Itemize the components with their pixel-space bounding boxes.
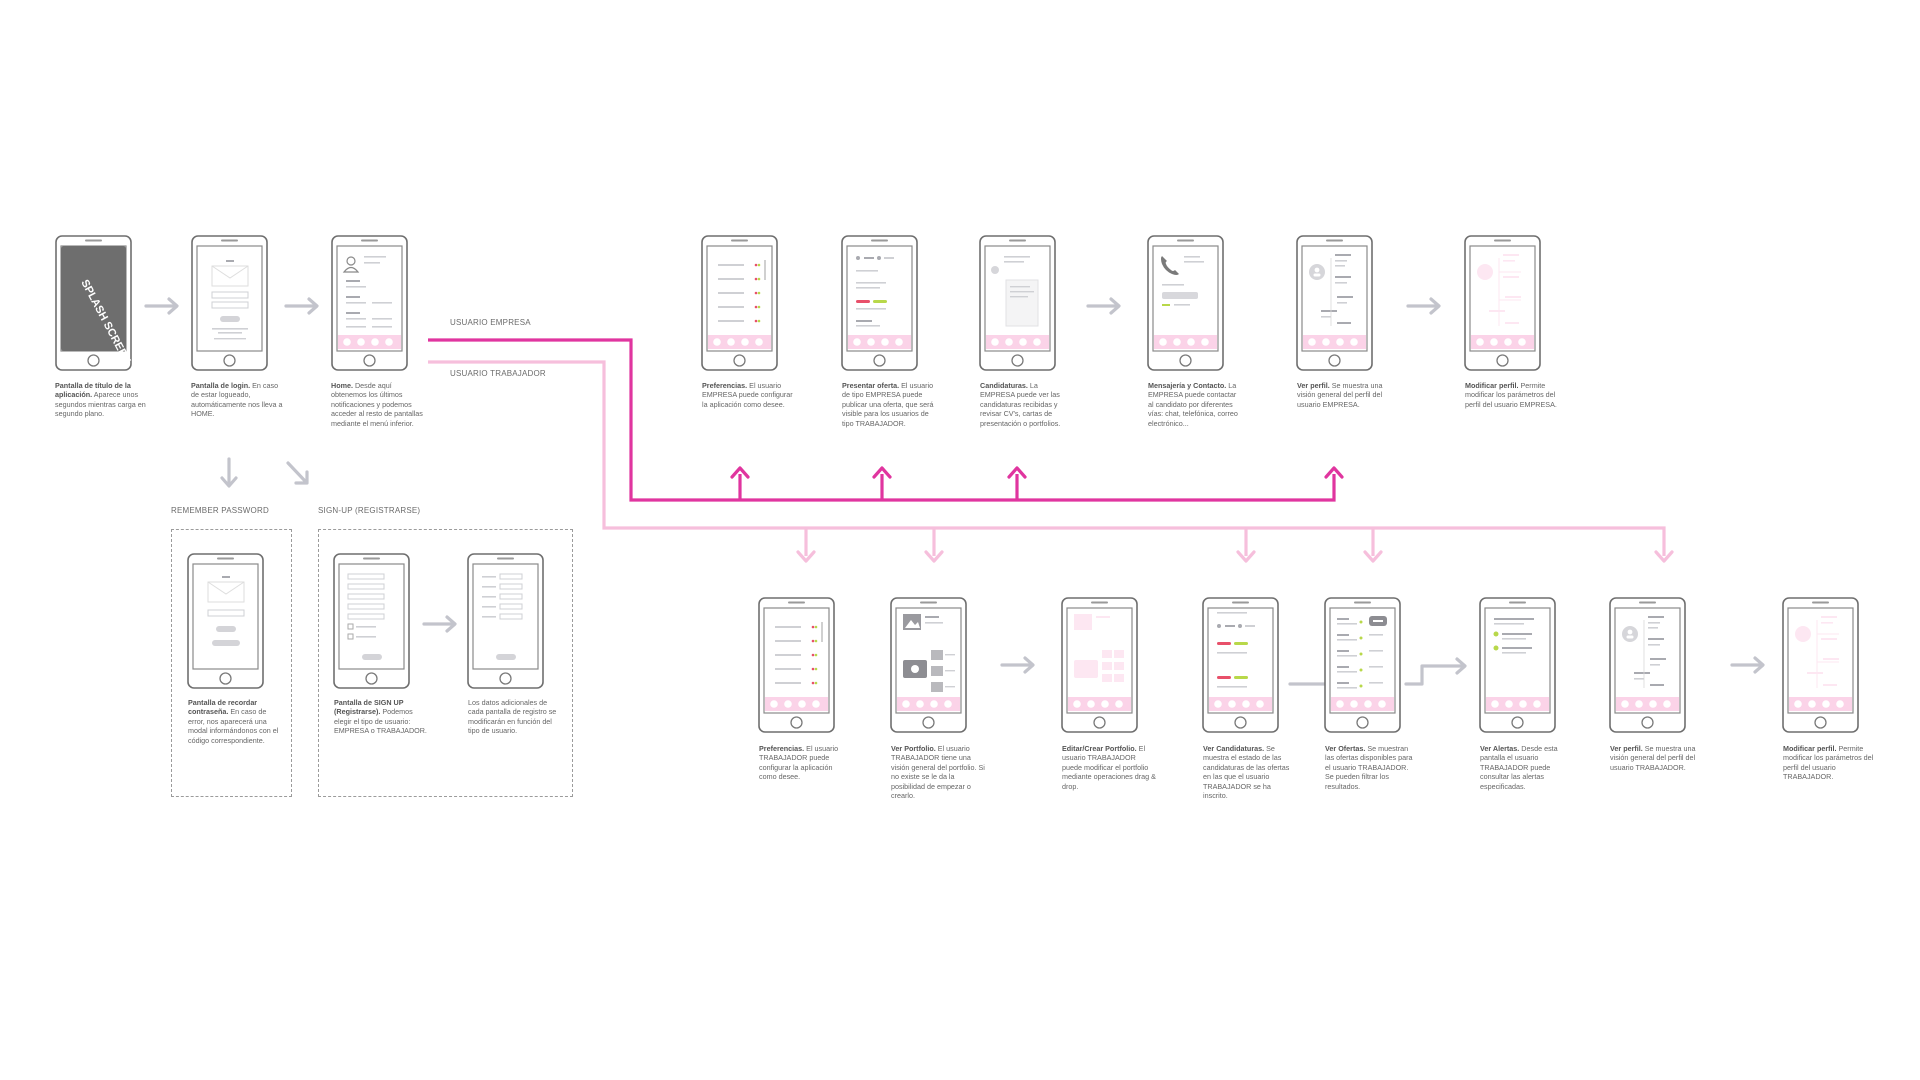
desc-remember-password: Pantalla de recordar contraseña. En caso… xyxy=(188,698,279,745)
phone-trabajador-ver-perfil xyxy=(1609,597,1686,733)
desc-empresa-candidaturas: Candidaturas. La EMPRESA puede ver las c… xyxy=(980,381,1061,428)
desc-trabajador-ver-ofertas: Ver Ofertas. Se muestran las ofertas dis… xyxy=(1325,744,1413,791)
phone-trabajador-preferencias xyxy=(758,597,835,733)
gray-arrow xyxy=(144,297,179,315)
desc-trabajador-ver-perfil: Ver perfil. Se muestra una visión genera… xyxy=(1610,744,1696,772)
group-label-remember-password: REMEMBER PASSWORD xyxy=(171,506,269,515)
phone-trabajador-ver-candidaturas xyxy=(1202,597,1279,733)
sign-up-group xyxy=(318,529,573,797)
phone-empresa-preferencias xyxy=(701,235,778,371)
desc-sign-up-extra: Los datos adicionales de cada pantalla d… xyxy=(468,698,557,736)
phone-home xyxy=(331,235,408,371)
phone-trabajador-ver-alertas xyxy=(1479,597,1556,733)
desc-empresa-modificar-perfil: Modificar perfil. Permite modificar los … xyxy=(1465,381,1557,409)
phone-login xyxy=(191,235,268,371)
phone-empresa-presentar-oferta xyxy=(841,235,918,371)
desc-trabajador-modificar-perfil: Modificar perfil. Permite modificar los … xyxy=(1783,744,1874,782)
desc-trabajador-editar-portfolio: Editar/Crear Portfolio. El usuario TRABA… xyxy=(1062,744,1156,791)
phone-empresa-modificar-perfil xyxy=(1464,235,1541,371)
gray-arrow xyxy=(1730,656,1765,674)
phone-empresa-candidaturas xyxy=(979,235,1056,371)
desc-login: Pantalla de login. En caso de estar logu… xyxy=(191,381,283,419)
desc-trabajador-ver-candidaturas: Ver Candidaturas. Se muestra el estado d… xyxy=(1203,744,1290,801)
phone-trabajador-editar-portfolio xyxy=(1061,597,1138,733)
gray-arrow xyxy=(1406,297,1441,315)
desc-empresa-preferencias: Preferencias. El usuario EMPRESA puede c… xyxy=(702,381,793,409)
desc-home: Home. Desde aquí obtenemos los últimos n… xyxy=(331,381,423,428)
gray-arrow xyxy=(286,461,309,485)
gray-arrow xyxy=(220,457,238,488)
phone-splash: SPLASH SCREEN xyxy=(55,235,133,371)
gray-arrow xyxy=(1000,656,1035,674)
desc-empresa-ver-perfil: Ver perfil. Se muestra una visión genera… xyxy=(1297,381,1383,409)
gray-arrow xyxy=(284,297,319,315)
phone-trabajador-ver-ofertas xyxy=(1324,597,1401,733)
flow-label-trabajador: USUARIO TRABAJADOR xyxy=(450,369,546,378)
gray-arrow xyxy=(1086,297,1121,315)
phone-trabajador-ver-portfolio xyxy=(890,597,967,733)
phone-empresa-mensajeria xyxy=(1147,235,1224,371)
remember-password-group xyxy=(171,529,292,797)
desc-trabajador-ver-portfolio: Ver Portfolio. El usuario TRABAJADOR tie… xyxy=(891,744,985,801)
flow-label-empresa: USUARIO EMPRESA xyxy=(450,318,531,327)
desc-sign-up: Pantalla de SIGN UP (Registrarse). Podem… xyxy=(334,698,427,736)
trabajador-flow-arrowheads xyxy=(796,550,1674,563)
phone-trabajador-modificar-perfil xyxy=(1782,597,1859,733)
desc-splash: Pantalla de título de la aplicación. Apa… xyxy=(55,381,146,419)
desc-empresa-presentar-oferta: Presentar oferta. El usuario de tipo EMP… xyxy=(842,381,934,428)
desc-empresa-mensajeria: Mensajería y Contacto. La EMPRESA puede … xyxy=(1148,381,1238,428)
gray-arrow xyxy=(1404,657,1467,686)
group-label-sign-up: SIGN-UP (REGISTRARSE) xyxy=(318,506,421,515)
desc-trabajador-ver-alertas: Ver Alertas. Desde esta pantalla el usua… xyxy=(1480,744,1558,791)
phone-empresa-ver-perfil xyxy=(1296,235,1373,371)
desc-trabajador-preferencias: Preferencias. El usuario TRABAJADOR pued… xyxy=(759,744,839,782)
empresa-flow-arrowheads xyxy=(730,466,1344,479)
